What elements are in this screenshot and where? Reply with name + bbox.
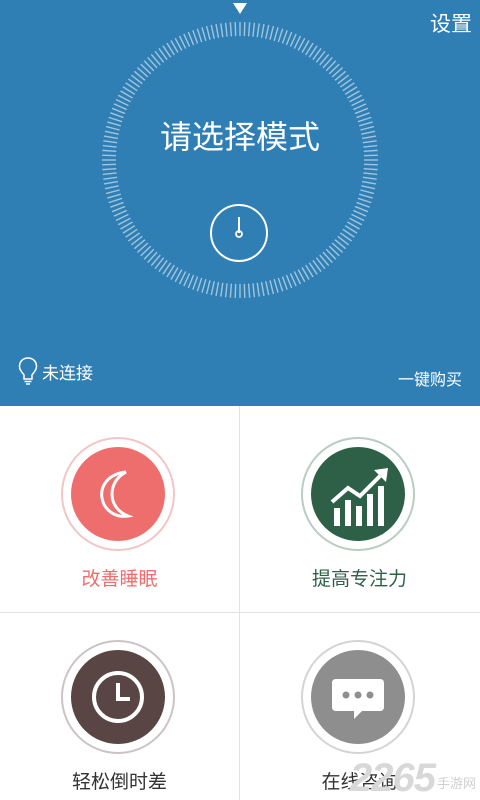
dial-tick	[361, 185, 376, 190]
mode-label: 轻松倒时差	[71, 771, 167, 793]
dial-tick	[215, 23, 220, 39]
dial-tick	[273, 279, 279, 293]
dial-tick	[224, 22, 228, 37]
dial-tick	[281, 30, 288, 44]
dial-tick	[352, 209, 367, 217]
dial-tick	[201, 27, 207, 41]
dial-tick	[107, 193, 121, 199]
chat-bubble-icon	[301, 640, 415, 754]
dial-tick	[210, 281, 215, 296]
dial-tick	[183, 272, 191, 287]
mode-label: 改善睡眠	[81, 568, 158, 590]
dial-tick	[252, 22, 256, 37]
dial-tick	[102, 172, 117, 176]
watermark: 2265 手游网	[350, 758, 476, 798]
dial-tick	[220, 23, 224, 38]
mode-label: 提高专注力	[311, 568, 407, 590]
dial-tick	[205, 25, 211, 40]
dial-tick	[229, 283, 233, 298]
mode-jet-lag[interactable]: 轻松倒时差	[0, 613, 239, 800]
dial-tick	[269, 280, 275, 295]
dial-tick	[289, 272, 297, 287]
dial-pointer-indicator	[233, 3, 247, 14]
dial-tick	[113, 103, 128, 111]
dial-tick	[273, 27, 279, 41]
watermark-number: 2265	[350, 756, 436, 800]
dial-tick	[360, 189, 375, 195]
clock-icon	[61, 640, 175, 754]
dial-tick	[104, 185, 119, 190]
dial-tick	[247, 283, 251, 298]
rising-chart-icon	[301, 437, 415, 551]
dial-title: 请选择模式	[159, 118, 320, 156]
dial-tick	[196, 277, 203, 292]
dial-tick	[111, 205, 126, 213]
dial-tick	[260, 281, 265, 297]
dial-tick	[229, 22, 233, 37]
mode-improve-sleep[interactable]: 改善睡眠	[0, 406, 239, 612]
mode-grid: 改善睡眠 提高专注力 轻松倒时差 在线咨询	[0, 406, 480, 800]
dial-tick	[252, 283, 256, 298]
dial-tick	[265, 24, 270, 39]
dial-tick	[289, 33, 297, 48]
mode-panel: 设置 请选择模式 未连接 一键购买	[0, 0, 480, 406]
dial-tick	[359, 193, 373, 199]
watermark-text: 手游网	[436, 777, 476, 792]
dial-tick	[201, 279, 207, 293]
dial-tick	[285, 31, 293, 46]
dial-tick	[260, 23, 265, 39]
dial-tick	[196, 28, 203, 43]
dial-tick	[354, 205, 369, 213]
dial-tick	[361, 180, 377, 185]
dial-tick	[224, 283, 228, 298]
dial-tick	[357, 197, 372, 204]
dial-tick	[363, 167, 378, 171]
dial-tick	[105, 189, 120, 195]
dial-tick	[210, 24, 215, 39]
dial-tick	[285, 274, 293, 289]
dial-tick	[256, 23, 260, 38]
mode-improve-focus[interactable]: 提高专注力	[240, 406, 479, 612]
dial-tick	[102, 167, 117, 171]
dial-tick	[363, 172, 378, 176]
dial-tick	[215, 281, 220, 297]
connection-status: 未连接	[18, 356, 93, 386]
moon-icon	[61, 437, 175, 551]
dial-tick	[277, 28, 284, 43]
dial-tick	[183, 33, 191, 48]
dial-tick	[192, 30, 199, 44]
dial-tick	[352, 103, 367, 111]
dial-tick	[220, 282, 224, 297]
lightbulb-icon	[18, 357, 38, 385]
connection-status-label: 未连接	[42, 363, 93, 384]
dial-tick	[277, 277, 284, 292]
settings-button[interactable]: 设置	[430, 8, 472, 38]
dial-tick	[281, 276, 288, 290]
dial-tick	[256, 282, 260, 297]
dial-tick	[205, 280, 211, 295]
dial-tick	[269, 25, 275, 40]
dial-tick	[103, 176, 118, 180]
timer-clock-icon[interactable]	[209, 203, 269, 263]
dial-tick	[356, 201, 370, 208]
dial-tick	[187, 274, 195, 289]
dial-tick	[110, 201, 124, 208]
dial-tick	[192, 276, 199, 290]
dial-tick	[103, 180, 119, 185]
dial-tick	[108, 197, 123, 204]
dial-tick	[265, 281, 270, 296]
dial-tick	[113, 209, 128, 217]
dial-tick	[362, 176, 377, 180]
one-click-buy-link[interactable]: 一键购买	[398, 366, 462, 390]
dial-tick	[187, 31, 195, 46]
dial-tick	[247, 22, 251, 37]
